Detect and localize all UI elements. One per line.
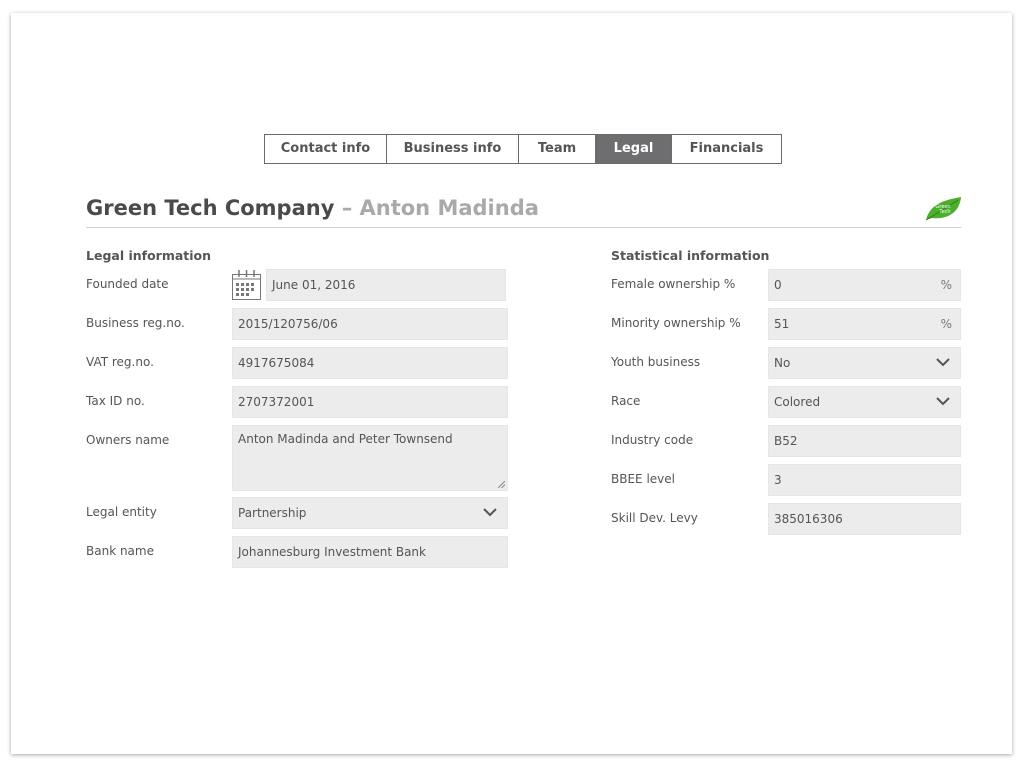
race-label: Race (611, 394, 641, 408)
minority-ownership-field[interactable]: 51 % (768, 308, 961, 340)
green-tech-logo: Green Tech (925, 197, 961, 221)
skill-dev-levy-label: Skill Dev. Levy (611, 511, 698, 525)
percent-suffix: % (940, 278, 952, 292)
tab-business-info[interactable]: Business info (387, 135, 519, 163)
company-name: Green Tech Company (86, 196, 335, 220)
legal-section-title: Legal information (86, 248, 212, 263)
tab-bar: Contact info Business info Team Legal Fi… (264, 134, 782, 164)
female-ownership-label: Female ownership % (611, 277, 736, 291)
legal-entity-value: Partnership (238, 506, 307, 520)
contact-name: Anton Madinda (359, 196, 539, 220)
industry-code-field[interactable]: B52 (768, 425, 961, 457)
minority-ownership-value: 51 (774, 317, 790, 331)
tab-legal[interactable]: Legal (596, 135, 672, 163)
legal-entity-label: Legal entity (86, 505, 157, 519)
tab-financials[interactable]: Financials (672, 135, 781, 163)
youth-business-select[interactable]: No (768, 347, 961, 379)
tax-id-label: Tax ID no. (86, 394, 145, 408)
owners-name-value: Anton Madinda and Peter Townsend (238, 432, 453, 446)
resize-handle-icon[interactable] (498, 481, 505, 488)
stats-section-title: Statistical information (611, 248, 770, 263)
vat-reg-label: VAT reg.no. (86, 355, 154, 369)
industry-code-label: Industry code (611, 433, 694, 447)
business-reg-label: Business reg.no. (86, 316, 185, 330)
race-select[interactable]: Colored (768, 386, 961, 418)
legal-entity-select[interactable]: Partnership (232, 497, 508, 529)
tax-id-field[interactable]: 2707372001 (232, 386, 508, 418)
chevron-down-icon (936, 358, 950, 367)
tab-team[interactable]: Team (519, 135, 596, 163)
owners-name-textarea[interactable]: Anton Madinda and Peter Townsend (232, 425, 508, 491)
page-title: Green Tech Company – Anton Madinda (86, 196, 539, 220)
bank-name-label: Bank name (86, 544, 154, 558)
percent-suffix: % (940, 317, 952, 331)
youth-business-value: No (774, 356, 791, 370)
bbee-level-field[interactable]: 3 (768, 464, 961, 496)
founded-date-label: Founded date (86, 277, 169, 291)
founded-date-field[interactable]: June 01, 2016 (266, 269, 506, 301)
minority-ownership-label: Minority ownership % (611, 316, 741, 330)
race-value: Colored (774, 395, 821, 409)
chevron-down-icon (936, 397, 950, 406)
bank-name-field[interactable]: Johannesburg Investment Bank (232, 536, 508, 568)
logo-text-2: Tech (938, 209, 950, 215)
skill-dev-levy-field[interactable]: 385016306 (768, 503, 961, 535)
title-separator: – (334, 196, 360, 220)
tab-contact-info[interactable]: Contact info (265, 135, 387, 163)
chevron-down-icon (483, 508, 497, 517)
vat-reg-field[interactable]: 4917675084 (232, 347, 508, 379)
bbee-level-label: BBEE level (611, 472, 675, 486)
female-ownership-value: 0 (774, 278, 782, 292)
calendar-icon[interactable] (231, 269, 262, 301)
business-reg-field[interactable]: 2015/120756/06 (232, 308, 508, 340)
female-ownership-field[interactable]: 0 % (768, 269, 961, 301)
title-divider (86, 227, 961, 228)
owners-name-label: Owners name (86, 433, 170, 447)
youth-business-label: Youth business (611, 355, 701, 369)
form-card (11, 13, 1012, 754)
